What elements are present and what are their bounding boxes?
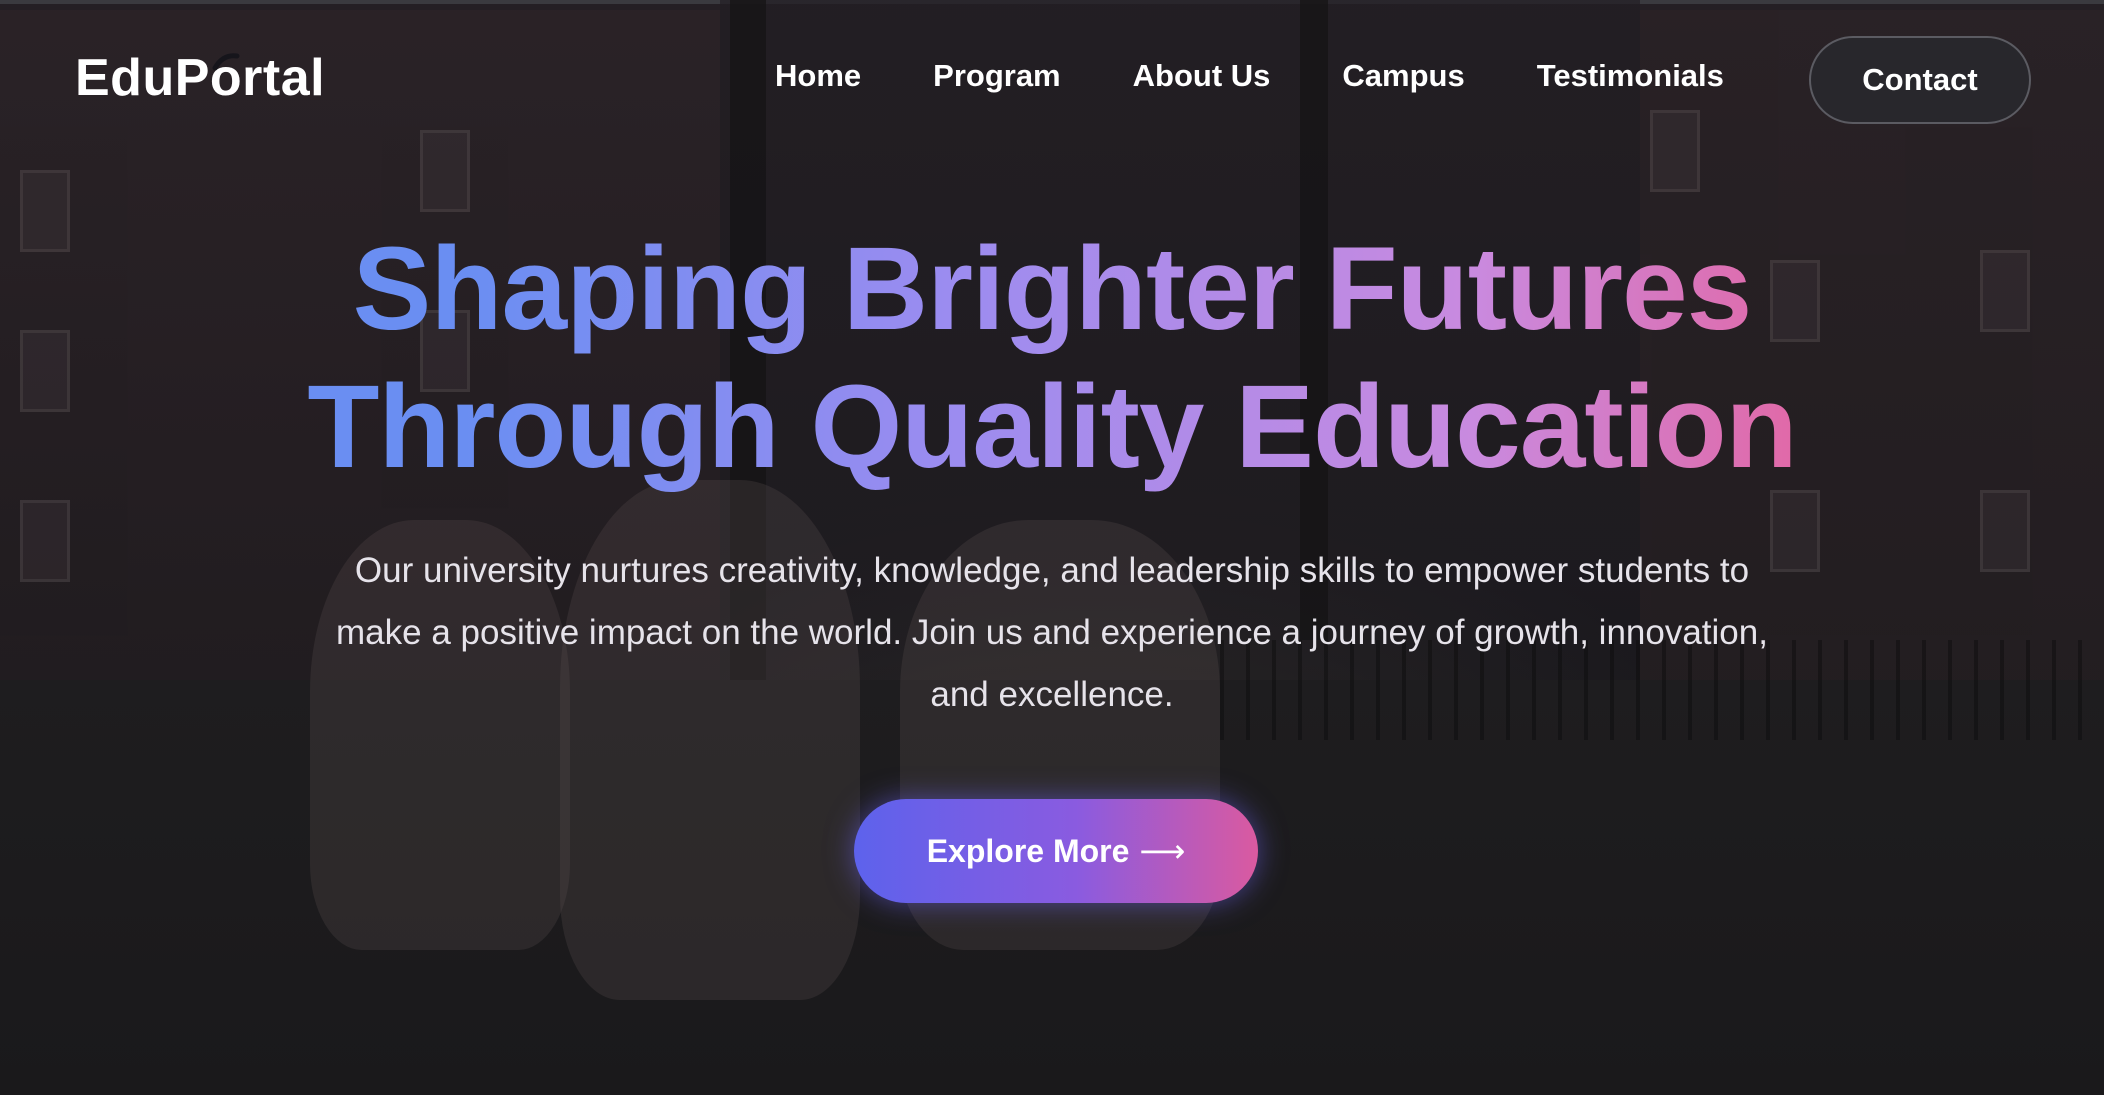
logo-text-start: EduP xyxy=(75,49,210,107)
headline-line-1: Shaping Brighter Futures xyxy=(352,223,1752,355)
explore-more-label: Explore More xyxy=(926,832,1130,869)
logo-o-letter: o xyxy=(210,48,242,108)
building-window xyxy=(1770,490,1820,572)
nav-link-program[interactable]: Program xyxy=(933,58,1060,94)
explore-more-button[interactable]: Explore More ⟶ xyxy=(854,799,1258,903)
arrow-right-icon: ⟶ xyxy=(1139,833,1186,869)
nav-link-about-us[interactable]: About Us xyxy=(1133,58,1271,94)
building-window xyxy=(1980,490,2030,572)
graduation-cap-icon xyxy=(212,53,240,71)
nav-link-campus[interactable]: Campus xyxy=(1342,58,1464,94)
nav-link-testimonials[interactable]: Testimonials xyxy=(1537,58,1724,94)
nav-link-home[interactable]: Home xyxy=(775,58,861,94)
headline-line-2: Through Quality Education xyxy=(307,361,1797,493)
logo-text-end: rtal xyxy=(242,49,326,107)
hero-section: EduPo rtal Home Program About Us Campus … xyxy=(0,0,2104,1095)
site-logo[interactable]: EduPo rtal xyxy=(75,48,325,108)
hero-headline: Shaping Brighter Futures Through Quality… xyxy=(0,220,2104,496)
top-navigation: EduPo rtal Home Program About Us Campus … xyxy=(0,0,2104,160)
building-window xyxy=(20,500,70,582)
hero-description: Our university nurtures creativity, know… xyxy=(336,551,1768,714)
contact-button[interactable]: Contact xyxy=(1809,36,2031,124)
nav-links: Home Program About Us Campus Testimonial… xyxy=(775,58,1724,94)
